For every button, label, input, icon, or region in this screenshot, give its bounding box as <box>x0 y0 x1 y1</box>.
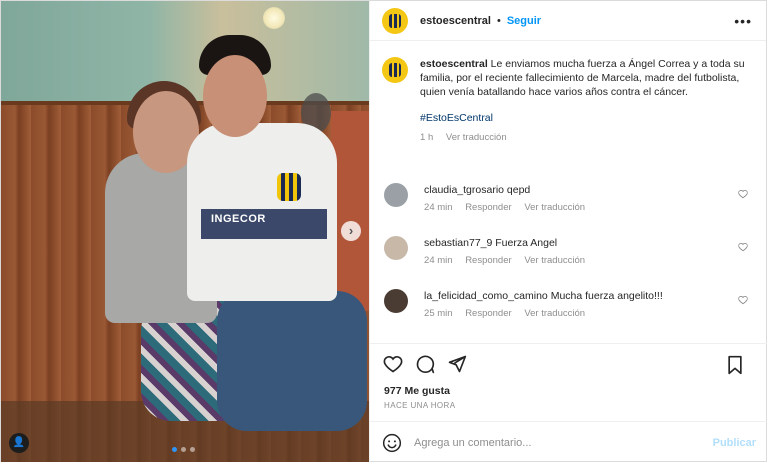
heart-icon[interactable] <box>738 189 748 199</box>
like-button[interactable] <box>382 353 404 375</box>
comment: la_felicidad_como_camino Mucha fuerza an… <box>384 289 754 319</box>
comment-icon <box>416 355 435 373</box>
heart-icon <box>383 355 403 372</box>
avatar[interactable] <box>382 7 409 34</box>
comment-reply-link[interactable]: Responder <box>465 255 511 266</box>
heart-icon[interactable] <box>738 242 748 252</box>
header-separator: • <box>496 14 501 27</box>
photo-man-jeans <box>217 291 367 431</box>
post-header: estoescentral • Seguir ••• <box>370 1 766 41</box>
comment-translate-link[interactable]: Ver traducción <box>524 202 585 213</box>
carousel-dot <box>181 447 186 452</box>
comment-translate-link[interactable]: Ver traducción <box>524 255 585 266</box>
next-icon[interactable]: › <box>341 221 361 241</box>
comment-avatar[interactable] <box>384 289 409 313</box>
caption-hashtag[interactable]: #EstoEsCentral <box>420 111 754 125</box>
comment-reply-link[interactable]: Responder <box>465 202 511 213</box>
post-sidebar: estoescentral • Seguir ••• estoescentral… <box>369 1 767 462</box>
photo-lamp <box>263 7 285 29</box>
comment-button[interactable] <box>414 353 436 375</box>
publish-button[interactable]: Publicar <box>713 437 756 449</box>
carousel-dot-active <box>172 447 177 452</box>
caption-translate-link[interactable]: Ver traducción <box>446 132 507 143</box>
save-button[interactable] <box>724 354 746 376</box>
caption-meta: 1 h Ver traducción <box>420 131 754 145</box>
caption-avatar[interactable] <box>382 57 409 83</box>
comment: sebastian77_9 Fuerza Angel 24 min Respon… <box>384 236 754 266</box>
share-icon <box>448 355 467 372</box>
instagram-post: INGECOR › 👤 estoescentral • Seguir ••• e… <box>0 0 767 462</box>
comment-time: 25 min <box>424 308 453 319</box>
comment-time: 24 min <box>424 202 453 213</box>
comment-text: Fuerza Angel <box>492 237 558 249</box>
carousel-dot <box>190 447 195 452</box>
likes-count[interactable]: 977 Me gusta <box>384 385 450 397</box>
comment-text: qepd <box>504 184 531 196</box>
more-icon[interactable]: ••• <box>734 13 752 29</box>
comment-username[interactable]: la_felicidad_como_camino <box>424 290 548 302</box>
bookmark-icon <box>728 355 742 375</box>
comment-translate-link[interactable]: Ver traducción <box>524 308 585 319</box>
post-timestamp: HACE UNA HORA <box>384 401 456 410</box>
comment-avatar[interactable] <box>384 183 409 207</box>
heart-icon[interactable] <box>738 295 748 305</box>
action-bar <box>370 343 767 383</box>
caption: estoescentral Le enviamos mucha fuerza a… <box>382 57 754 145</box>
photo-sponsor-text: INGECOR <box>211 213 266 225</box>
photo-club-badge <box>277 173 301 201</box>
comment: claudia_tgrosario qepd 24 min Responder … <box>384 183 754 213</box>
add-comment-bar: Agrega un comentario... Publicar <box>370 421 767 462</box>
comment-time: 24 min <box>424 255 453 266</box>
caption-time: 1 h <box>420 132 434 143</box>
caption-username[interactable]: estoescentral <box>420 58 488 70</box>
carousel-dots <box>172 447 195 452</box>
comment-input[interactable]: Agrega un comentario... <box>414 437 713 449</box>
comment-reply-link[interactable]: Responder <box>465 308 511 319</box>
header-username[interactable]: estoescentral <box>420 15 491 27</box>
photo-man-face <box>203 55 267 137</box>
post-photo[interactable]: INGECOR › 👤 <box>1 1 370 462</box>
comment-text: Mucha fuerza angelito!!! <box>547 290 663 302</box>
follow-button[interactable]: Seguir <box>507 15 541 27</box>
comment-username[interactable]: sebastian77_9 <box>424 237 492 249</box>
share-button[interactable] <box>446 353 468 375</box>
user-tag-icon[interactable]: 👤 <box>9 433 29 453</box>
comment-username[interactable]: claudia_tgrosario <box>424 184 504 196</box>
comment-avatar[interactable] <box>384 236 409 260</box>
emoji-icon[interactable] <box>382 433 402 453</box>
